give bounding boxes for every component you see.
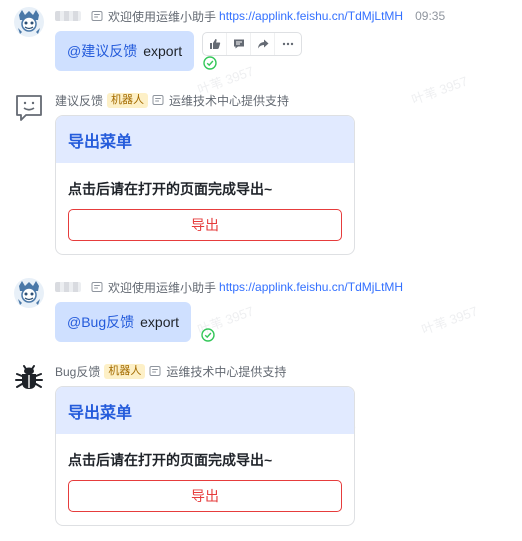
bot-tag: 机器人 <box>104 363 146 379</box>
user-avatar[interactable] <box>13 6 45 38</box>
bot-tag: 机器人 <box>107 92 149 108</box>
bot-name[interactable]: 建议反馈 <box>55 92 103 109</box>
message-text: export <box>140 314 180 330</box>
more-icon[interactable] <box>275 33 301 55</box>
watermark: 叶苇 3957 <box>409 73 470 108</box>
forward-icon[interactable] <box>251 33 275 55</box>
card-title: 导出菜单 <box>56 116 354 163</box>
message-text: export <box>143 43 183 59</box>
bot-name[interactable]: Bug反馈 <box>55 363 100 380</box>
export-button[interactable]: 导出 <box>68 209 342 241</box>
message-time: 09:35 <box>415 9 446 23</box>
card-title: 导出菜单 <box>56 387 354 434</box>
bot-avatar[interactable] <box>13 92 45 124</box>
card-text: 点击后请在打开的页面完成导出~ <box>68 452 273 468</box>
message-meta: 建议反馈 机器人 运维技术中心提供支持 <box>55 92 289 108</box>
card-text: 点击后请在打开的页面完成导出~ <box>68 181 273 197</box>
message-meta: 欢迎使用运维小助手 https://applink.feishu.cn/TdMj… <box>55 279 403 295</box>
watermark: 叶苇 3957 <box>419 303 480 338</box>
sender-name-redacted <box>55 282 81 292</box>
message-card-icon <box>152 94 164 106</box>
message-signature: 欢迎使用运维小助手 <box>108 9 217 24</box>
thumbs-up-icon[interactable] <box>203 33 227 55</box>
message-bubble[interactable]: @Bug反馈 export <box>55 302 192 342</box>
message-card-icon <box>91 10 103 22</box>
read-check-icon <box>203 56 217 70</box>
message-card-icon <box>149 365 161 377</box>
export-button[interactable]: 导出 <box>68 480 342 512</box>
message-bubble[interactable]: @建议反馈 export <box>55 31 195 71</box>
mention-link[interactable]: @建议反馈 <box>67 41 137 61</box>
user-avatar[interactable] <box>13 277 45 309</box>
comment-icon[interactable] <box>227 33 251 55</box>
applink-link[interactable]: https://applink.feishu.cn/TdMjLtMH <box>219 9 403 23</box>
message-card: 导出菜单 点击后请在打开的页面完成导出~ 导出 <box>55 115 355 255</box>
message-signature: 欢迎使用运维小助手 <box>108 280 217 295</box>
message-card-icon <box>91 281 103 293</box>
read-check-icon <box>201 328 215 342</box>
message-meta: Bug反馈 机器人 运维技术中心提供支持 <box>55 363 286 379</box>
bug-icon[interactable] <box>13 360 45 392</box>
message-card: 导出菜单 点击后请在打开的页面完成导出~ 导出 <box>55 386 355 526</box>
message-signature: 运维技术中心提供支持 <box>166 364 287 379</box>
message-actions-bar <box>202 32 302 56</box>
applink-link[interactable]: https://applink.feishu.cn/TdMjLtMH <box>219 280 403 294</box>
sender-name-redacted <box>55 11 81 21</box>
mention-link[interactable]: @Bug反馈 <box>67 312 134 332</box>
message-meta: 欢迎使用运维小助手 https://applink.feishu.cn/TdMj… <box>55 8 445 24</box>
message-signature: 运维技术中心提供支持 <box>169 93 290 108</box>
